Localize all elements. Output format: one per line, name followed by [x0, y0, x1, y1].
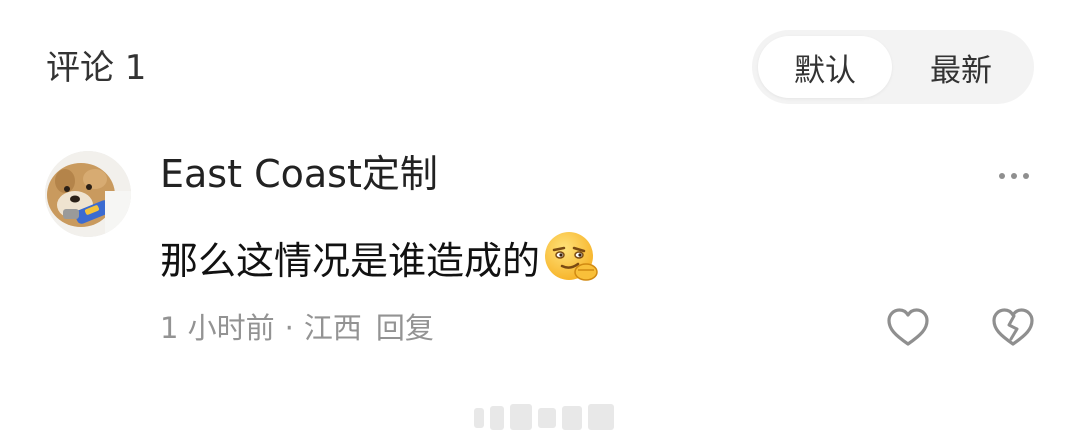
heart-outline-icon[interactable] — [885, 305, 931, 349]
comment-text: 那么这情况是谁造成的 — [160, 239, 541, 283]
sort-toggle: 默认 最新 — [752, 30, 1034, 104]
more-dots-icon[interactable] — [996, 168, 1032, 184]
avatar[interactable] — [45, 151, 131, 237]
comment-time: 1 小时前 — [160, 311, 275, 345]
comment-body: 那么这情况是谁造成的 — [160, 228, 600, 289]
comment-count-title: 评论 1 — [46, 48, 147, 88]
comment-section: 评论 1 默认 最新 East Coast定制 那么这情况是谁造成的 1 小时前… — [0, 0, 1080, 441]
meta-separator: · — [284, 311, 294, 345]
sort-option-default[interactable]: 默认 — [758, 36, 892, 98]
watermark-graphic — [474, 404, 614, 430]
username[interactable]: East Coast定制 — [160, 150, 438, 198]
broken-heart-icon[interactable] — [990, 305, 1036, 349]
comment-meta: 1 小时前 · 江西 回复 — [160, 308, 434, 348]
smirk-emoji-icon — [542, 228, 600, 286]
avatar-image — [45, 151, 131, 237]
comment-location: 江西 — [303, 311, 362, 345]
sort-option-latest[interactable]: 最新 — [894, 36, 1028, 98]
reply-button[interactable]: 回复 — [376, 308, 434, 348]
